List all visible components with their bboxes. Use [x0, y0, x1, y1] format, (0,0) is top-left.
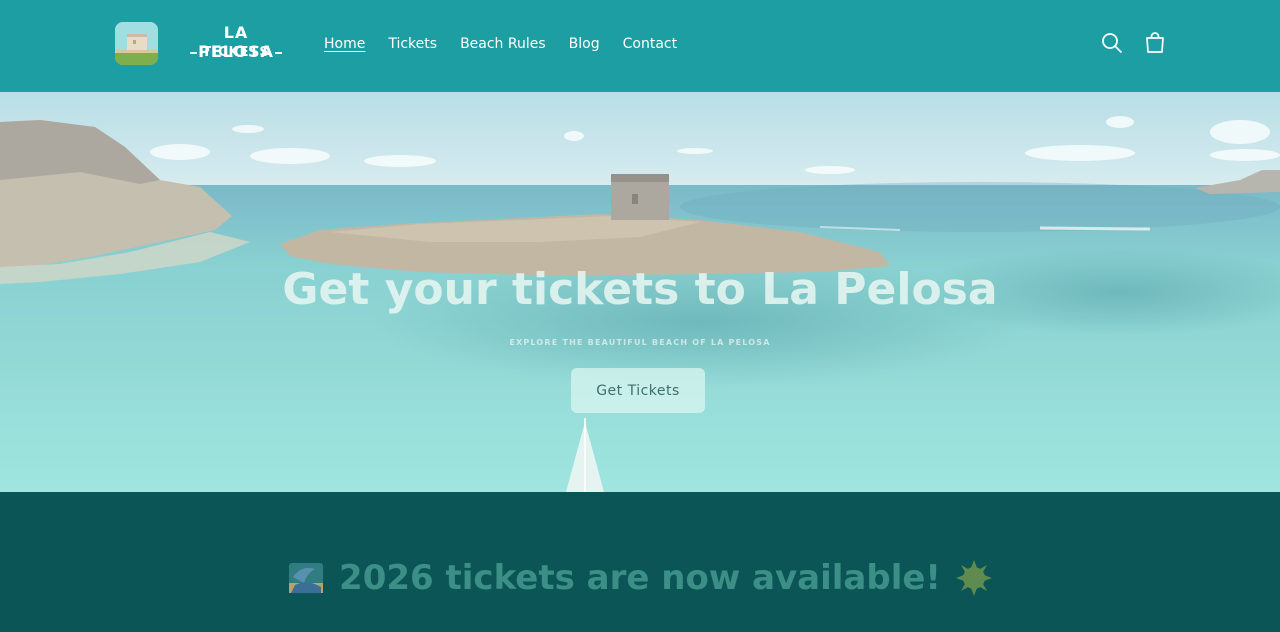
nav-tickets[interactable]: Tickets: [388, 34, 437, 54]
search-icon[interactable]: [1100, 31, 1124, 55]
main-nav: Home Tickets Beach Rules Blog Contact: [324, 34, 677, 54]
nav-blog[interactable]: Blog: [569, 34, 600, 54]
announcement-row: 2026 tickets are now available!: [0, 558, 1280, 598]
hero-banner: Get your tickets to La Pelosa EXPLORE TH…: [0, 92, 1280, 492]
logo-dash-left: [190, 51, 198, 54]
hero-subtitle: EXPLORE THE BEAUTIFUL BEACH OF LA PELOSA: [509, 338, 771, 347]
nav-home[interactable]: Home: [324, 34, 365, 54]
cart-icon[interactable]: [1143, 31, 1167, 55]
announcement-section: 2026 tickets are now available!: [0, 492, 1280, 632]
logo-subtitle-text: TICKETS: [202, 45, 270, 60]
nav-contact[interactable]: Contact: [623, 34, 677, 54]
sun-icon: [955, 559, 993, 597]
get-tickets-button[interactable]: Get Tickets: [571, 368, 705, 413]
logo-icon[interactable]: [115, 22, 158, 65]
announcement-text: 2026 tickets are now available!: [339, 558, 941, 598]
logo-dash-right: [274, 51, 282, 54]
site-header: LA PELOSA TICKETS Home Tickets Beach Rul…: [0, 0, 1280, 92]
logo-subtitle[interactable]: TICKETS: [185, 45, 287, 60]
hero-title: Get your tickets to La Pelosa: [282, 264, 998, 315]
nav-beach-rules[interactable]: Beach Rules: [460, 34, 546, 54]
beach-umbrella-icon: [287, 559, 325, 597]
